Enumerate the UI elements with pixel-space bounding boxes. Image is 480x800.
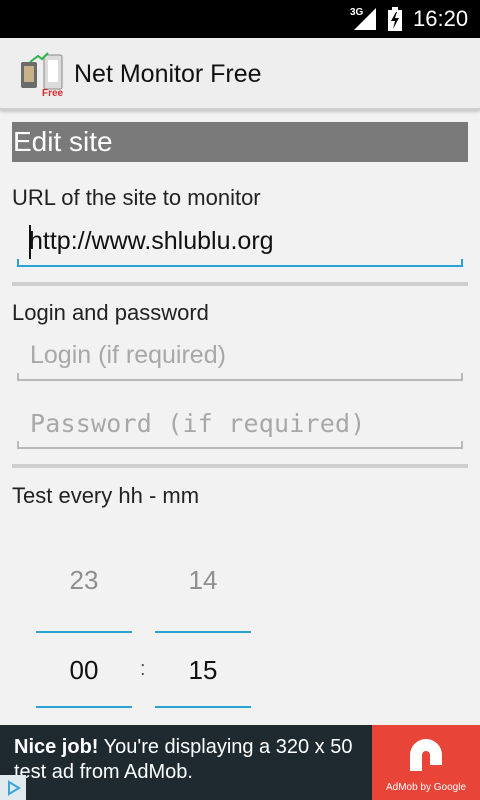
login-placeholder: Login (if required) (30, 341, 226, 369)
url-value: http://www.shlublu.org (29, 227, 274, 255)
app-logo-icon: Free (21, 52, 64, 98)
ad-banner[interactable]: Nice job! You're displaying a 320 x 50 t… (0, 725, 480, 800)
divider (12, 464, 468, 468)
admob-brand: AdMob by Google (385, 782, 467, 793)
url-input[interactable]: http://www.shlublu.org (17, 221, 463, 267)
signal-icon (354, 8, 376, 30)
login-input-underline (17, 373, 463, 381)
login-input[interactable]: Login (if required) (17, 335, 463, 381)
adchoices-icon[interactable] (0, 775, 26, 800)
minutes-current-value[interactable]: 15 (155, 655, 251, 686)
app-title: Net Monitor Free (74, 60, 262, 88)
login-password-label: Login and password (12, 300, 209, 325)
picker-divider (155, 706, 251, 708)
password-input-underline (17, 441, 463, 449)
interval-label: Test every hh - mm (12, 483, 200, 508)
clock: 16:20 (413, 6, 469, 31)
url-label: URL of the site to monitor (12, 185, 261, 210)
password-placeholder: Password (if required) (30, 409, 366, 438)
minutes-previous-value[interactable]: 14 (155, 565, 251, 596)
section-header-edit-site: Edit site (12, 122, 468, 162)
ad-text[interactable]: Nice job! You're displaying a 320 x 50 t… (14, 735, 364, 785)
logo-badge: Free (42, 88, 64, 98)
admob-tile[interactable]: AdMob by Google (372, 725, 480, 800)
picker-divider (155, 631, 251, 633)
action-bar: Free Net Monitor Free (0, 38, 480, 110)
picker-divider (36, 631, 132, 633)
password-input[interactable]: Password (if required) (17, 403, 463, 449)
divider (12, 282, 468, 286)
url-input-underline (17, 259, 463, 267)
hours-current-value[interactable]: 00 (36, 655, 132, 686)
battery-charging-icon (388, 7, 402, 31)
ad-headline: Nice job! (14, 736, 99, 758)
hours-previous-value[interactable]: 23 (36, 565, 132, 596)
picker-divider (36, 706, 132, 708)
time-separator: : (140, 658, 146, 680)
status-bar: 3G 16:20 (0, 0, 480, 38)
admob-logo-icon (410, 739, 442, 771)
